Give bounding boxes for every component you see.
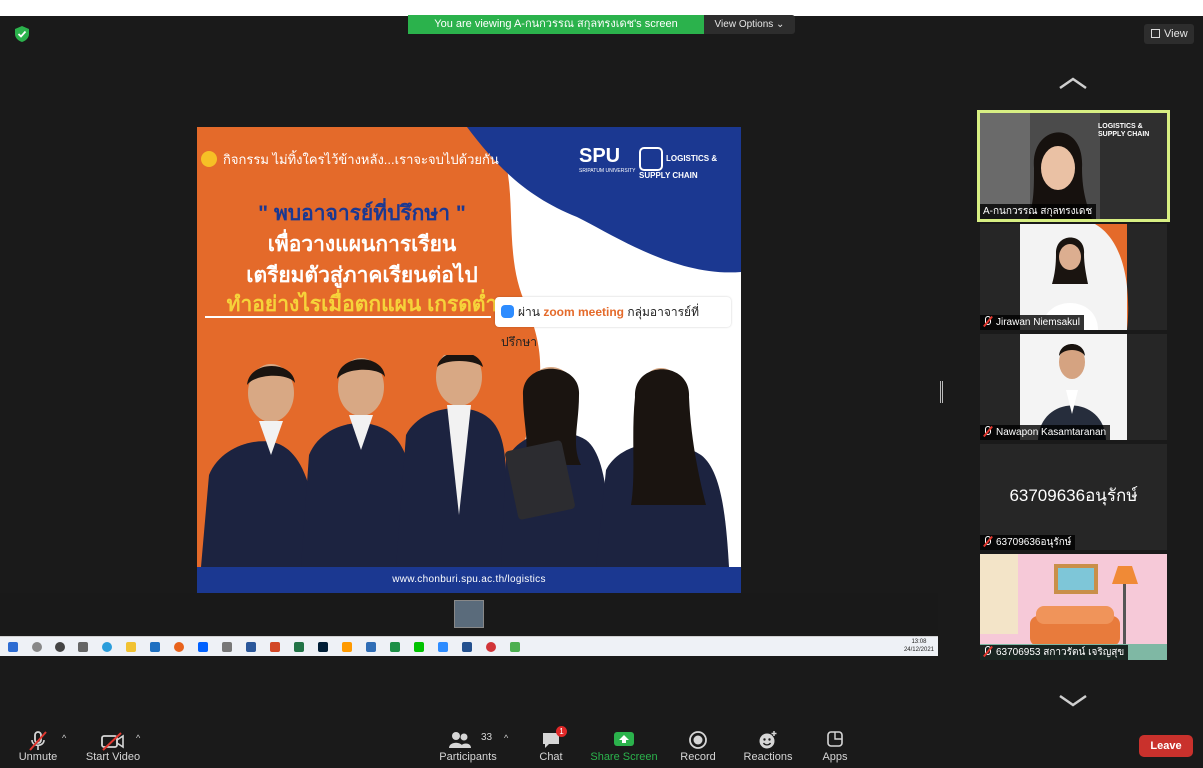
participant-name: Jirawan Niemsakul — [980, 315, 1084, 330]
muted-mic-icon — [29, 731, 47, 751]
muted-mic-icon — [983, 316, 992, 327]
unmute-button[interactable]: Unmute — [12, 724, 64, 768]
muted-mic-icon — [983, 646, 992, 657]
viewing-banner: You are viewing A-กนกวรรณ สกุลทรงเดช's s… — [408, 15, 704, 34]
slide-thumbnail[interactable] — [454, 600, 484, 628]
reactions-button[interactable]: Reactions — [738, 724, 798, 768]
cortana-icon[interactable] — [55, 642, 65, 652]
view-options-button[interactable]: View Options ⌄ — [704, 15, 795, 34]
record-icon — [689, 731, 707, 749]
video-off-icon — [101, 732, 124, 751]
participant-display-name: 63709636อนุรักษ์ — [1009, 486, 1138, 505]
target-icon — [201, 151, 217, 167]
task-view-icon[interactable] — [78, 642, 88, 652]
slide-heading-2: เพื่อวางแผนการเรียน — [267, 233, 457, 256]
firefox-icon[interactable] — [174, 642, 184, 652]
advisors-photo — [201, 355, 729, 567]
slide-heading-1: " พบอาจารย์ที่ปรึกษา " — [258, 202, 466, 225]
zoom-icon — [501, 305, 514, 318]
zoom-meeting-pill: ผ่าน zoom meeting กลุ่มอาจารย์ที่ปรึกษา — [495, 297, 731, 349]
participant-tile-active[interactable]: LOGISTICS & SUPPLY CHAIN A-กนกวรรณ สกุลท… — [977, 110, 1170, 222]
reactions-icon — [759, 731, 777, 749]
line-icon[interactable] — [414, 642, 424, 652]
windows-taskbar: 13:08 24/12/2021 — [0, 636, 938, 656]
app-icon[interactable] — [390, 642, 400, 652]
lsc-logo: LOGISTICS & SUPPLY CHAIN — [639, 147, 741, 180]
muted-mic-icon — [983, 536, 992, 547]
start-video-button[interactable]: Start Video — [82, 724, 144, 768]
dropbox-icon[interactable] — [198, 642, 208, 652]
chevron-down-icon[interactable] — [1058, 694, 1088, 708]
slide-top-text: กิจกรรม ไม่ทิ้งใครไว้ข้างหลัง...เราจะจบไ… — [201, 149, 499, 170]
security-shield-icon[interactable] — [13, 25, 31, 43]
shared-screen: กิจกรรม ไม่ทิ้งใครไว้ข้างหลัง...เราจะจบไ… — [197, 127, 741, 593]
app-icon[interactable] — [366, 642, 376, 652]
participants-count: 33 — [481, 732, 493, 743]
app-icon[interactable] — [510, 642, 520, 652]
file-explorer-icon[interactable] — [126, 642, 136, 652]
app-icon[interactable] — [486, 642, 496, 652]
spu-logo: SPU SRIPATUM UNIVERSITY — [579, 145, 636, 174]
participants-button[interactable]: 33 Participants — [436, 724, 500, 768]
apps-icon — [827, 731, 843, 747]
photoshop-icon[interactable] — [318, 642, 328, 652]
chat-unread-badge: 1 — [556, 726, 567, 737]
resize-handle[interactable] — [940, 381, 943, 403]
slide-footer-url: www.chonburi.spu.ac.th/logistics — [197, 567, 741, 593]
app-icon[interactable] — [222, 642, 232, 652]
participants-options-caret[interactable]: ^ — [504, 733, 508, 743]
taskbar-clock[interactable]: 13:08 24/12/2021 — [904, 638, 934, 654]
participant-name: A-กนกวรรณ สกุลทรงเดช — [980, 204, 1097, 219]
audio-options-caret[interactable]: ^ — [62, 733, 66, 743]
chevron-up-icon[interactable] — [1058, 76, 1088, 90]
app-icon[interactable] — [462, 642, 472, 652]
view-button[interactable]: View — [1144, 24, 1194, 44]
zoom-icon[interactable] — [438, 642, 448, 652]
participants-icon — [449, 732, 471, 748]
video-options-caret[interactable]: ^ — [136, 733, 140, 743]
video-overlay-text: LOGISTICS & SUPPLY CHAIN — [1098, 123, 1150, 138]
illustrator-icon[interactable] — [342, 642, 352, 652]
participant-tile[interactable]: 63709636อนุรักษ์ 63709636อนุรักษ์ — [980, 444, 1167, 550]
apps-button[interactable]: Apps — [814, 724, 856, 768]
powerpoint-icon[interactable] — [270, 642, 280, 652]
participant-tile[interactable]: Jirawan Niemsakul — [980, 224, 1167, 330]
participant-tile[interactable]: Nawapon Kasamtaranan — [980, 334, 1167, 440]
edge-icon[interactable] — [102, 642, 112, 652]
participant-name: 63706953 สกาวรัตน์ เจริญสุข — [980, 645, 1129, 660]
lsc-mark-icon — [639, 147, 663, 171]
leave-button[interactable]: Leave — [1139, 735, 1193, 757]
share-screen-button[interactable]: Share Screen — [588, 724, 660, 768]
slide-underline — [205, 316, 491, 318]
grid-view-icon — [1151, 29, 1160, 38]
participant-tile[interactable]: 63706953 สกาวรัตน์ เจริญสุข — [980, 554, 1167, 660]
excel-icon[interactable] — [294, 642, 304, 652]
windows-start-icon[interactable] — [8, 642, 18, 652]
mail-icon[interactable] — [150, 642, 160, 652]
word-icon[interactable] — [246, 642, 256, 652]
top-strip — [0, 0, 1203, 16]
participant-name: 63709636อนุรักษ์ — [980, 535, 1076, 550]
participant-name: Nawapon Kasamtaranan — [980, 425, 1111, 440]
muted-mic-icon — [983, 426, 992, 437]
search-icon[interactable] — [32, 642, 42, 652]
share-screen-icon — [614, 732, 634, 746]
record-button[interactable]: Record — [676, 724, 720, 768]
